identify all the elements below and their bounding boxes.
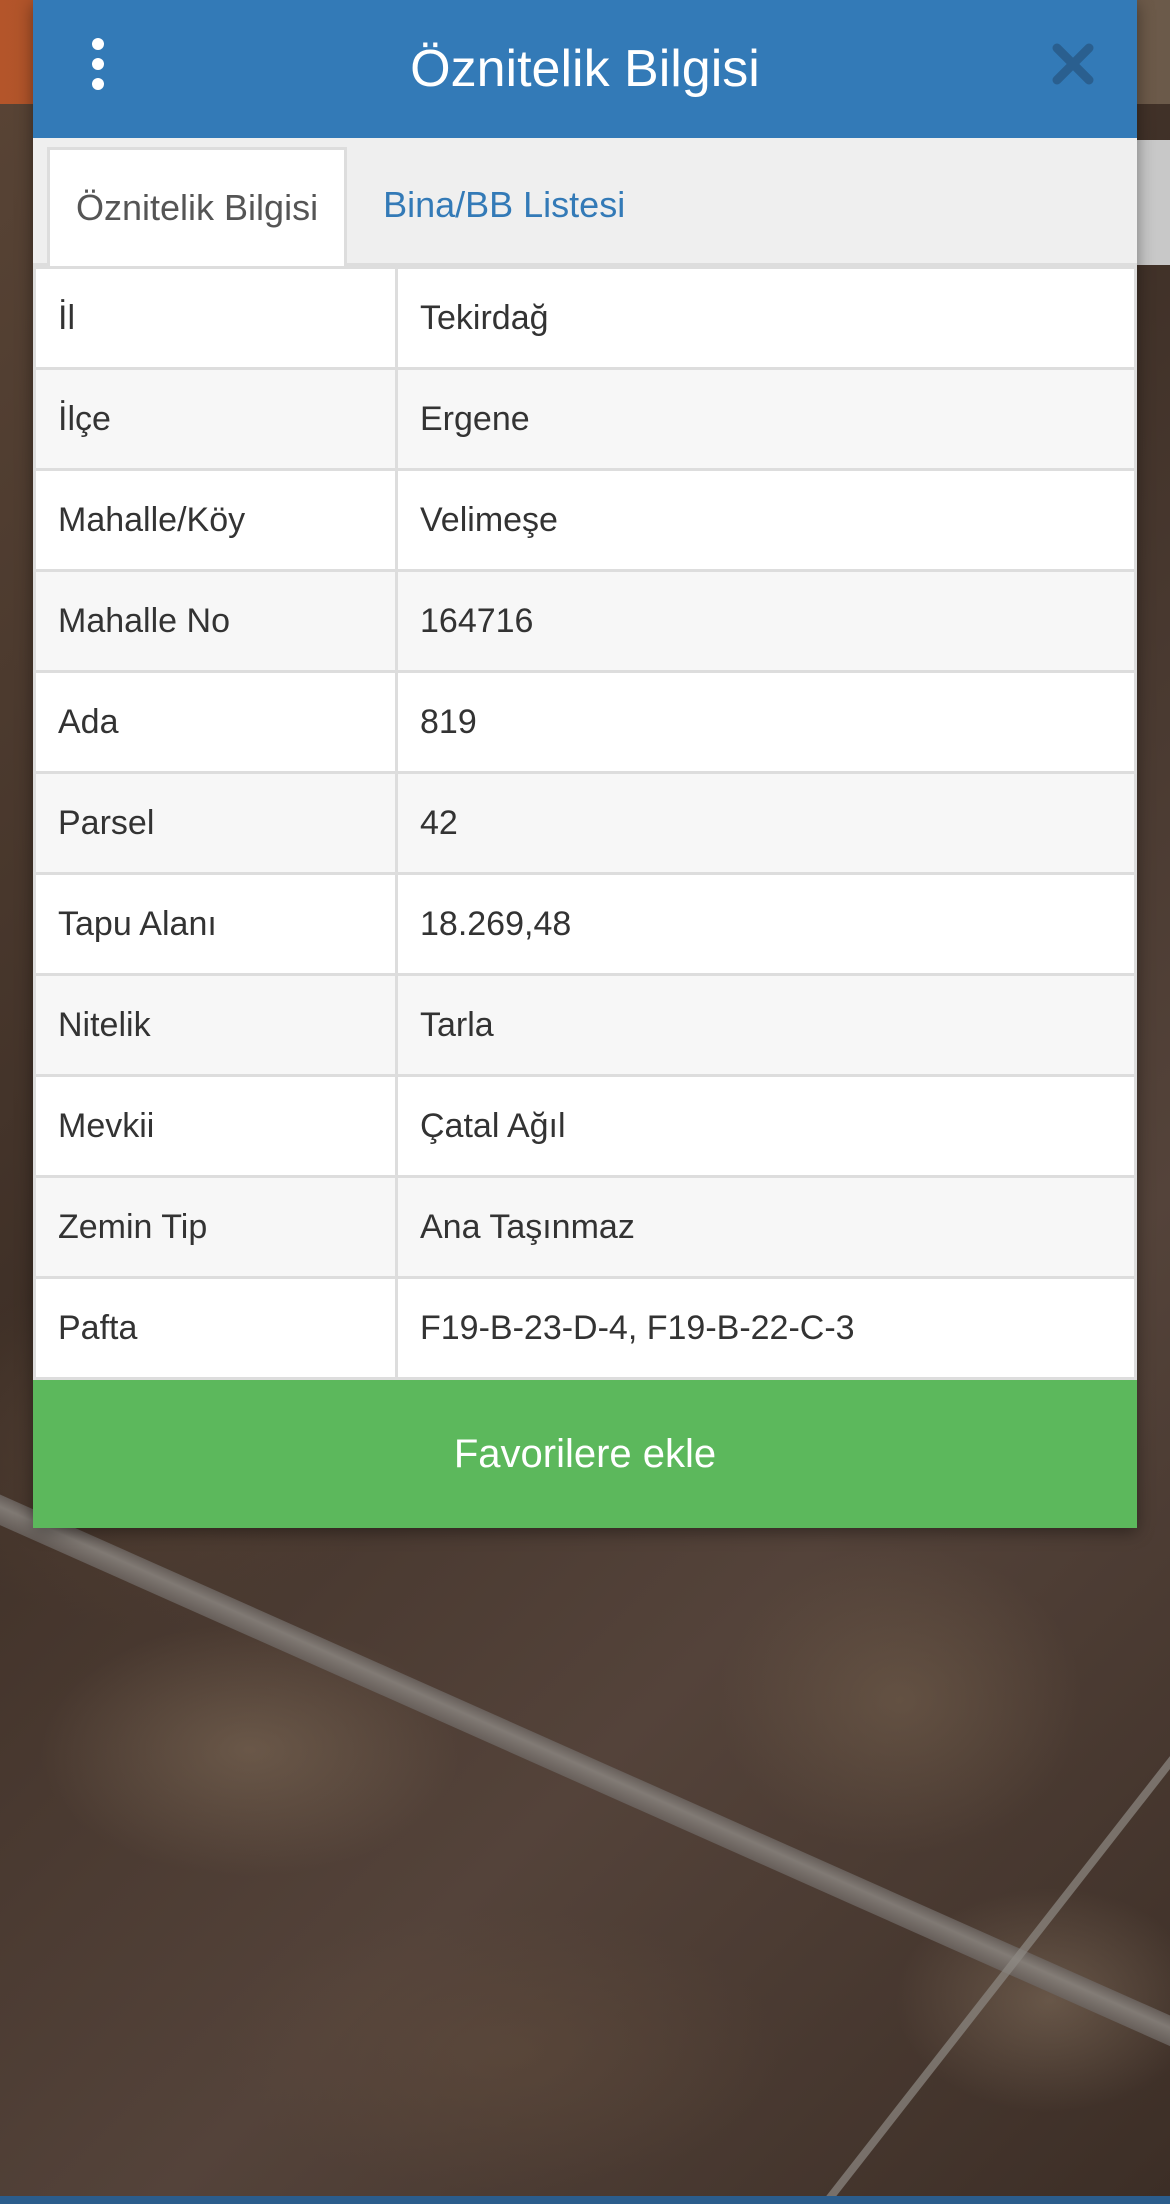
- map-side-control: [1136, 140, 1170, 265]
- attribute-value: Ana Taşınmaz: [395, 1175, 1137, 1279]
- attribute-key: Ada: [33, 670, 398, 774]
- attribute-value: Tekirdağ: [395, 266, 1137, 370]
- attribute-value: Velimeşe: [395, 468, 1137, 572]
- attribute-key: Mahalle No: [33, 569, 398, 673]
- attribute-info-dialog: Öznitelik Bilgisi Öznitelik Bilgisi Bina…: [33, 0, 1137, 1528]
- attribute-key: İl: [33, 266, 398, 370]
- table-row: Parsel 42: [33, 771, 1137, 875]
- attribute-key: Nitelik: [33, 973, 398, 1077]
- close-icon[interactable]: [1049, 40, 1097, 88]
- table-row: Pafta F19-B-23-D-4, F19-B-22-C-3: [33, 1276, 1137, 1380]
- table-row: İlçe Ergene: [33, 367, 1137, 471]
- table-row: Mahalle/Köy Velimeşe: [33, 468, 1137, 572]
- add-to-favorites-button[interactable]: Favorilere ekle: [33, 1380, 1137, 1528]
- attribute-key: Parsel: [33, 771, 398, 875]
- attribute-value: Ergene: [395, 367, 1137, 471]
- tab-building-list[interactable]: Bina/BB Listesi: [347, 147, 651, 263]
- table-row: Nitelik Tarla: [33, 973, 1137, 1077]
- table-row: Zemin Tip Ana Taşınmaz: [33, 1175, 1137, 1279]
- dialog-header: Öznitelik Bilgisi: [33, 0, 1137, 138]
- bottom-bar: [0, 2196, 1170, 2204]
- attribute-key: Mevkii: [33, 1074, 398, 1178]
- attribute-value: 42: [395, 771, 1137, 875]
- attribute-value: 18.269,48: [395, 872, 1137, 976]
- table-row: İl Tekirdağ: [33, 266, 1137, 370]
- attribute-key: Tapu Alanı: [33, 872, 398, 976]
- attribute-key: Pafta: [33, 1276, 398, 1380]
- attribute-value: 164716: [395, 569, 1137, 673]
- attribute-value: Çatal Ağıl: [395, 1074, 1137, 1178]
- attribute-key: Zemin Tip: [33, 1175, 398, 1279]
- tab-bar: Öznitelik Bilgisi Bina/BB Listesi: [33, 138, 1137, 266]
- attribute-key: İlçe: [33, 367, 398, 471]
- attribute-value: F19-B-23-D-4, F19-B-22-C-3: [395, 1276, 1137, 1380]
- table-row: Tapu Alanı 18.269,48: [33, 872, 1137, 976]
- attribute-value: 819: [395, 670, 1137, 774]
- attribute-key: Mahalle/Köy: [33, 468, 398, 572]
- attribute-value: Tarla: [395, 973, 1137, 1077]
- more-vertical-icon[interactable]: [85, 38, 111, 90]
- attribute-table: İl Tekirdağ İlçe Ergene Mahalle/Köy Veli…: [33, 266, 1137, 1380]
- table-row: Mahalle No 164716: [33, 569, 1137, 673]
- tab-attribute-info[interactable]: Öznitelik Bilgisi: [47, 147, 348, 266]
- dialog-title: Öznitelik Bilgisi: [410, 40, 760, 98]
- table-row: Ada 819: [33, 670, 1137, 774]
- table-row: Mevkii Çatal Ağıl: [33, 1074, 1137, 1178]
